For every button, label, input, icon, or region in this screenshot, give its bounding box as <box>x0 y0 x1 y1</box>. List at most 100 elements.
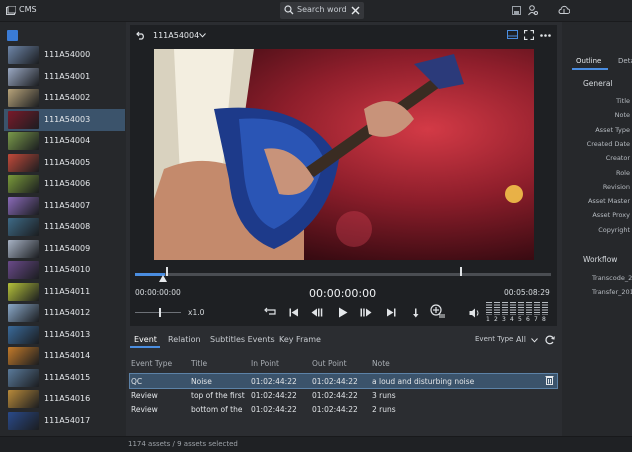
list-item[interactable]: 111A54010 <box>4 259 125 281</box>
channel-meter <box>518 302 524 315</box>
event-type-filter-label: Event Type <box>475 335 514 343</box>
thumbnail-image <box>8 218 39 236</box>
title-cell: bottom of the <box>191 405 243 414</box>
status-bar: 1174 assets / 9 assets selected <box>0 436 632 452</box>
list-item[interactable]: 111A54004 <box>4 130 125 152</box>
single-view-icon[interactable] <box>507 29 518 40</box>
channel-label: 6 <box>526 316 530 323</box>
step-back-icon[interactable] <box>311 308 323 317</box>
list-item[interactable]: 111A54011 <box>4 281 125 303</box>
tab-outline[interactable]: Outline <box>576 57 601 65</box>
volume-icon[interactable] <box>469 308 481 318</box>
user-search-icon[interactable] <box>528 5 539 16</box>
channel-label: 1 <box>486 316 490 323</box>
tab-relation[interactable]: Relation <box>168 335 201 344</box>
loop-icon[interactable] <box>264 307 278 317</box>
metadata-field-label: Title <box>616 97 630 105</box>
audio-channel-meters[interactable]: 12345678 <box>486 302 556 324</box>
end-timecode: 00:05:08:29 <box>504 288 550 297</box>
tab-key-frame[interactable]: Key Frame <box>279 335 321 344</box>
list-item[interactable]: 111A54012 <box>4 302 125 324</box>
channel-meter <box>486 302 492 315</box>
workflow-item[interactable]: Transfer_2017 <box>592 288 632 296</box>
play-icon[interactable] <box>338 307 348 318</box>
save-search-icon[interactable] <box>512 6 521 15</box>
trash-icon[interactable] <box>545 375 554 385</box>
list-item[interactable]: 111A54008 <box>4 216 125 238</box>
fullscreen-icon[interactable] <box>524 30 534 40</box>
col-event-type[interactable]: Event Type <box>131 359 172 368</box>
tab-subtitles-events[interactable]: Subtitles Events <box>210 335 275 344</box>
note-cell: a loud and disturbing noise <box>372 377 475 386</box>
cloud-icon[interactable] <box>558 5 570 15</box>
table-row[interactable]: Review bottom of the 01:02:44:22 01:02:44:2… <box>130 402 557 416</box>
list-item-label: 111A54000 <box>44 50 91 59</box>
search-icon <box>284 5 294 15</box>
list-item[interactable]: 111A54016 <box>4 388 125 410</box>
list-item[interactable]: 111A54005 <box>4 152 125 174</box>
skip-end-icon[interactable] <box>386 308 396 317</box>
add-event-icon[interactable] <box>430 304 446 318</box>
col-title[interactable]: Title <box>191 359 207 368</box>
thumbnail-image <box>8 368 39 387</box>
table-row[interactable]: QC Noise 01:02:44:22 01:02:44:22 a loud and … <box>129 373 558 389</box>
chevron-down-icon[interactable] <box>531 338 538 343</box>
view-toggle-icon[interactable] <box>7 30 18 41</box>
title-cell: Noise <box>191 377 212 386</box>
speed-slider-thumb[interactable] <box>159 308 161 317</box>
in-point-cell: 01:02:44:22 <box>251 405 297 414</box>
more-options-icon[interactable] <box>540 34 551 37</box>
list-item-label: 111A54016 <box>44 394 91 403</box>
channel-label: 4 <box>510 316 514 323</box>
workflow-item[interactable]: Transcode_2 <box>592 274 632 282</box>
refresh-icon[interactable] <box>545 335 555 345</box>
metadata-field-label: Role <box>615 168 630 177</box>
playhead-handle[interactable] <box>159 275 167 282</box>
mark-in-out-icon[interactable] <box>413 308 419 318</box>
list-item-label: 111A54005 <box>44 157 91 167</box>
list-item[interactable]: 111A54003 <box>4 108 125 131</box>
col-in-point[interactable]: In Point <box>251 359 279 368</box>
thumbnail-image <box>8 347 39 365</box>
clear-icon[interactable] <box>351 6 360 15</box>
list-item[interactable]: 111A54014 <box>4 345 125 367</box>
list-item[interactable]: 111A54000 <box>4 44 125 66</box>
list-item-label: 111A54007 <box>44 200 91 210</box>
list-item[interactable]: 111A54007 <box>4 195 125 217</box>
list-item[interactable]: 111A54017 <box>4 410 125 432</box>
speed-slider[interactable] <box>135 312 181 313</box>
tab-event[interactable]: Event <box>134 335 157 344</box>
list-item[interactable]: 111A54015 <box>4 367 125 389</box>
list-item-label: 111A54001 <box>44 71 91 81</box>
list-item-label: 111A54015 <box>44 372 91 382</box>
list-item[interactable]: 111A54006 <box>4 173 125 195</box>
col-out-point[interactable]: Out Point <box>312 359 347 368</box>
search-input[interactable]: Search word <box>297 5 347 14</box>
table-row[interactable]: Review top of the first 01:02:44:22 01:02:4… <box>130 388 557 402</box>
back-icon[interactable] <box>136 30 146 40</box>
list-item[interactable]: 111A54002 <box>4 87 125 109</box>
list-item[interactable]: 111A54013 <box>4 324 125 346</box>
list-item[interactable]: 111A54009 <box>4 238 125 260</box>
step-forward-icon[interactable] <box>360 308 372 317</box>
timeline-track[interactable] <box>135 273 551 276</box>
chevron-down-icon[interactable] <box>199 33 206 38</box>
event-type-cell: Review <box>131 391 158 400</box>
tab-details[interactable]: Deta <box>618 57 632 65</box>
metadata-field-label: Revision <box>602 182 630 191</box>
clip-title[interactable]: 111A54004 <box>153 31 199 40</box>
start-timecode: 00:00:00:00 <box>135 288 181 297</box>
out-point-marker[interactable] <box>460 267 462 276</box>
col-note[interactable]: Note <box>372 359 390 368</box>
search-box[interactable]: Search word <box>280 2 364 19</box>
out-point-cell: 01:02:44:22 <box>312 391 358 400</box>
skip-start-icon[interactable] <box>289 308 299 317</box>
thumbnail-image <box>8 132 39 150</box>
list-item[interactable]: 111A54001 <box>4 66 125 88</box>
metadata-field-label: Asset Type <box>595 125 630 134</box>
channel-label: 7 <box>534 316 538 323</box>
event-type-cell: QC <box>131 377 143 386</box>
thumbnail-image <box>8 390 39 408</box>
event-type-filter-select[interactable]: All <box>516 335 526 344</box>
out-point-cell: 01:02:44:22 <box>312 377 358 386</box>
